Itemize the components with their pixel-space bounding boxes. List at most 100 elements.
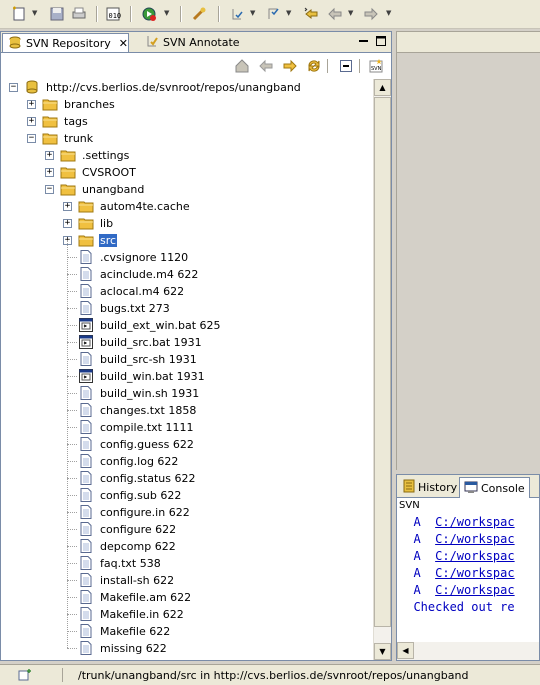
chevron-down-icon[interactable]: ▼ xyxy=(32,10,39,17)
save-icon[interactable] xyxy=(48,5,66,23)
tree-folder[interactable]: + branches xyxy=(27,96,116,112)
tree-file[interactable]: depcomp 622 xyxy=(63,538,177,554)
tab-svn-repository[interactable]: SVN Repository ✕ xyxy=(2,33,129,52)
tree-file[interactable]: bugs.txt 273 xyxy=(63,300,171,316)
open-type-icon[interactable]: 010 xyxy=(104,5,122,23)
status-bar: /trunk/unangband/src in http://cvs.berli… xyxy=(0,664,540,685)
expand-toggle[interactable]: + xyxy=(27,116,36,126)
tree-file[interactable]: configure.in 622 xyxy=(63,504,191,520)
tree-file[interactable]: install-sh 622 xyxy=(63,572,175,588)
batch-file-icon xyxy=(78,335,94,349)
tree-file[interactable]: build_ext_win.bat 625 xyxy=(63,317,222,333)
home-icon[interactable] xyxy=(233,57,251,75)
forward-icon[interactable] xyxy=(281,57,299,75)
folder-icon xyxy=(42,97,58,111)
tree-file[interactable]: build_src-sh 1931 xyxy=(63,351,198,367)
run-icon[interactable] xyxy=(140,5,158,23)
scroll-down-button[interactable]: ▼ xyxy=(374,643,391,660)
tree-guide-line xyxy=(67,308,77,309)
vertical-scrollbar[interactable]: ▲ ▼ xyxy=(373,79,391,660)
scroll-up-button[interactable]: ▲ xyxy=(374,79,391,96)
tree-folder[interactable]: − unangband xyxy=(45,181,145,197)
chevron-down-icon[interactable]: ▼ xyxy=(386,10,393,17)
console-file-link[interactable]: C:/workspac xyxy=(435,515,514,529)
chevron-down-icon[interactable]: ▼ xyxy=(250,10,257,17)
tab-history[interactable]: History xyxy=(399,477,461,497)
console-line: A C:/workspac xyxy=(399,515,514,532)
file-icon xyxy=(78,471,94,485)
tree-file[interactable]: config.status 622 xyxy=(63,470,196,486)
tab-label: SVN Annotate xyxy=(163,36,240,49)
console-file-link[interactable]: C:/workspac xyxy=(435,566,514,580)
collapse-toggle[interactable]: − xyxy=(27,133,36,143)
tab-label: SVN Repository xyxy=(26,36,111,50)
tree-item-label: trunk xyxy=(64,131,94,145)
chevron-down-icon[interactable]: ▼ xyxy=(164,10,171,17)
tree-folder[interactable]: + .settings xyxy=(45,147,130,163)
tree-file[interactable]: compile.txt 1111 xyxy=(63,419,194,435)
collapse-toggle[interactable]: − xyxy=(45,184,54,194)
chevron-down-icon[interactable]: ▼ xyxy=(286,10,293,17)
back-icon[interactable] xyxy=(257,57,275,75)
print-icon[interactable] xyxy=(70,5,88,23)
tree-folder[interactable]: + tags xyxy=(27,113,89,129)
new-icon[interactable] xyxy=(10,5,28,23)
refresh-icon[interactable] xyxy=(305,57,323,75)
tab-svn-annotate[interactable]: SVN Annotate xyxy=(140,33,240,52)
tree-item-label: tags xyxy=(64,114,88,128)
tree-folder[interactable]: + autom4te.cache xyxy=(63,198,191,214)
tree-file[interactable]: faq.txt 538 xyxy=(63,555,162,571)
expand-toggle[interactable]: + xyxy=(45,150,54,160)
tree-file[interactable]: build_win.sh 1931 xyxy=(63,385,200,401)
external-tools-icon[interactable] xyxy=(190,5,208,23)
forward-icon[interactable] xyxy=(362,5,380,23)
tree-file[interactable]: config.log 622 xyxy=(63,453,179,469)
collapse-all-icon[interactable] xyxy=(337,57,355,75)
expand-toggle[interactable]: + xyxy=(45,167,54,177)
console-file-link[interactable]: C:/workspac xyxy=(435,532,514,546)
tree-file[interactable]: config.sub 622 xyxy=(63,487,182,503)
tree-folder[interactable]: + CVSROOT xyxy=(45,164,137,180)
tree-folder[interactable]: + lib xyxy=(63,215,114,231)
tree-file[interactable]: Makefile 622 xyxy=(63,623,171,639)
tree-file[interactable]: configure 622 xyxy=(63,521,177,537)
console-file-link[interactable]: C:/workspac xyxy=(435,549,514,563)
tree-file[interactable]: acinclude.m4 622 xyxy=(63,266,199,282)
scrollbar-thumb[interactable] xyxy=(374,97,391,627)
console-file-link[interactable]: C:/workspac xyxy=(435,583,514,597)
folder-icon xyxy=(78,199,94,213)
tree-file[interactable]: build_win.bat 1931 xyxy=(63,368,206,384)
tree-folder[interactable]: − trunk xyxy=(27,130,94,146)
tree-file[interactable]: aclocal.m4 622 xyxy=(63,283,185,299)
repository-icon xyxy=(24,80,40,94)
next-annotation-icon[interactable] xyxy=(264,5,282,23)
tree-folder[interactable]: + src xyxy=(63,232,118,248)
tree-file[interactable]: changes.txt 1858 xyxy=(63,402,197,418)
expand-toggle[interactable]: + xyxy=(63,201,72,211)
tree-file[interactable]: Makefile.am 622 xyxy=(63,589,192,605)
back-icon[interactable] xyxy=(326,5,344,23)
scroll-left-button[interactable]: ◀ xyxy=(397,642,414,659)
tree-file[interactable]: Makefile.in 622 xyxy=(63,606,185,622)
new-repository-location-icon[interactable]: SVN xyxy=(367,57,385,75)
last-edit-icon[interactable] xyxy=(302,5,320,23)
maximize-icon[interactable] xyxy=(375,35,387,50)
expand-toggle[interactable]: + xyxy=(27,99,36,109)
expand-toggle[interactable]: + xyxy=(63,218,72,228)
minimize-icon[interactable] xyxy=(358,35,370,50)
tree-file[interactable]: build_src.bat 1931 xyxy=(63,334,203,350)
tree-file[interactable]: .cvsignore 1120 xyxy=(63,249,189,265)
fast-view-icon[interactable] xyxy=(18,668,32,685)
tree-file[interactable]: missing 622 xyxy=(63,640,168,656)
close-icon[interactable]: ✕ xyxy=(119,37,128,50)
annotation-icon[interactable] xyxy=(228,5,246,23)
tree-root[interactable]: − http://cvs.berlios.de/svnroot/repos/una… xyxy=(9,79,302,95)
tree-item-label: changes.txt 1858 xyxy=(100,403,197,417)
tab-console[interactable]: Console xyxy=(459,477,530,498)
collapse-toggle[interactable]: − xyxy=(9,82,18,92)
tree-file[interactable]: config.guess 622 xyxy=(63,436,195,452)
tree-guide-line xyxy=(67,495,77,496)
horizontal-scrollbar[interactable]: ◀ xyxy=(397,642,539,660)
file-icon xyxy=(78,488,94,502)
chevron-down-icon[interactable]: ▼ xyxy=(348,10,355,17)
